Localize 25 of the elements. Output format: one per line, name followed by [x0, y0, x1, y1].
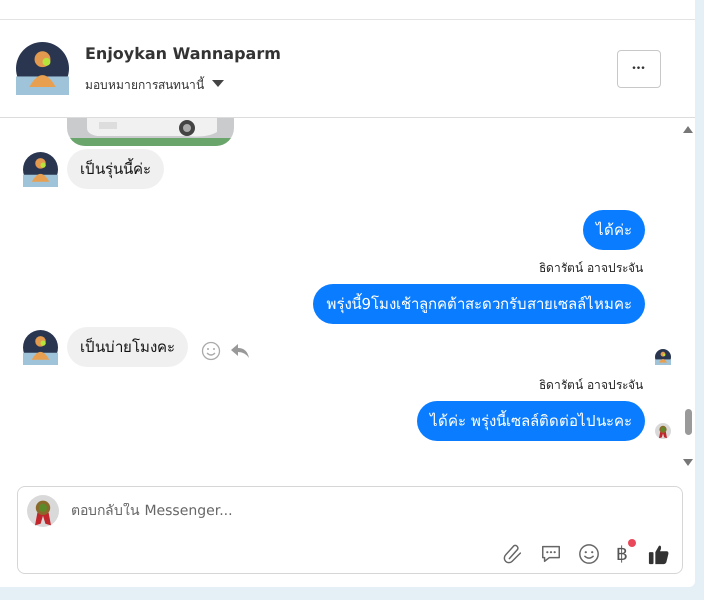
sender-name: ธิดารัตน์ อาจประจัน [538, 377, 643, 394]
avatar-icon [27, 495, 59, 527]
message-bubble: ได้ค่ะ [583, 210, 645, 250]
paperclip-icon[interactable] [502, 543, 524, 565]
avatar-icon [16, 42, 69, 95]
thumbs-up-icon[interactable] [648, 543, 670, 565]
message-bubble: เป็นบ่ายโมงคะ [67, 327, 188, 367]
scroll-up-icon[interactable] [683, 126, 693, 133]
payment-button[interactable]: ฿ [616, 543, 628, 565]
message-bubble: เป็นรุ่นนี้ค่ะ [67, 149, 164, 189]
scroll-down-icon[interactable] [683, 459, 693, 466]
assign-label[interactable]: มอบหมายการสนทนานี้ [85, 74, 204, 94]
avatar-icon [23, 330, 58, 364]
message-bubble: พรุ่งนี้9โมงเช้าลูกคต้าสะดวกรับสายเซลล์ไหมคะ [313, 284, 645, 324]
more-button[interactable]: ••• [617, 50, 661, 88]
message-bubble: ได้ค่ะ พรุ่งนี้เซลล์ติดต่อไปนะคะ [417, 401, 645, 441]
avatar-icon [654, 349, 670, 365]
scrollbar-thumb[interactable] [684, 409, 692, 435]
caret-icon[interactable] [212, 80, 224, 88]
sender-name: ธิดารัตน์ อาจประจัน [538, 260, 643, 277]
avatar-icon [23, 152, 58, 186]
contact-name: Enjoykan Wannaparm [85, 44, 282, 62]
chat-icon[interactable] [540, 543, 562, 565]
emoji-icon[interactable] [578, 543, 600, 565]
avatar-icon [654, 423, 670, 439]
